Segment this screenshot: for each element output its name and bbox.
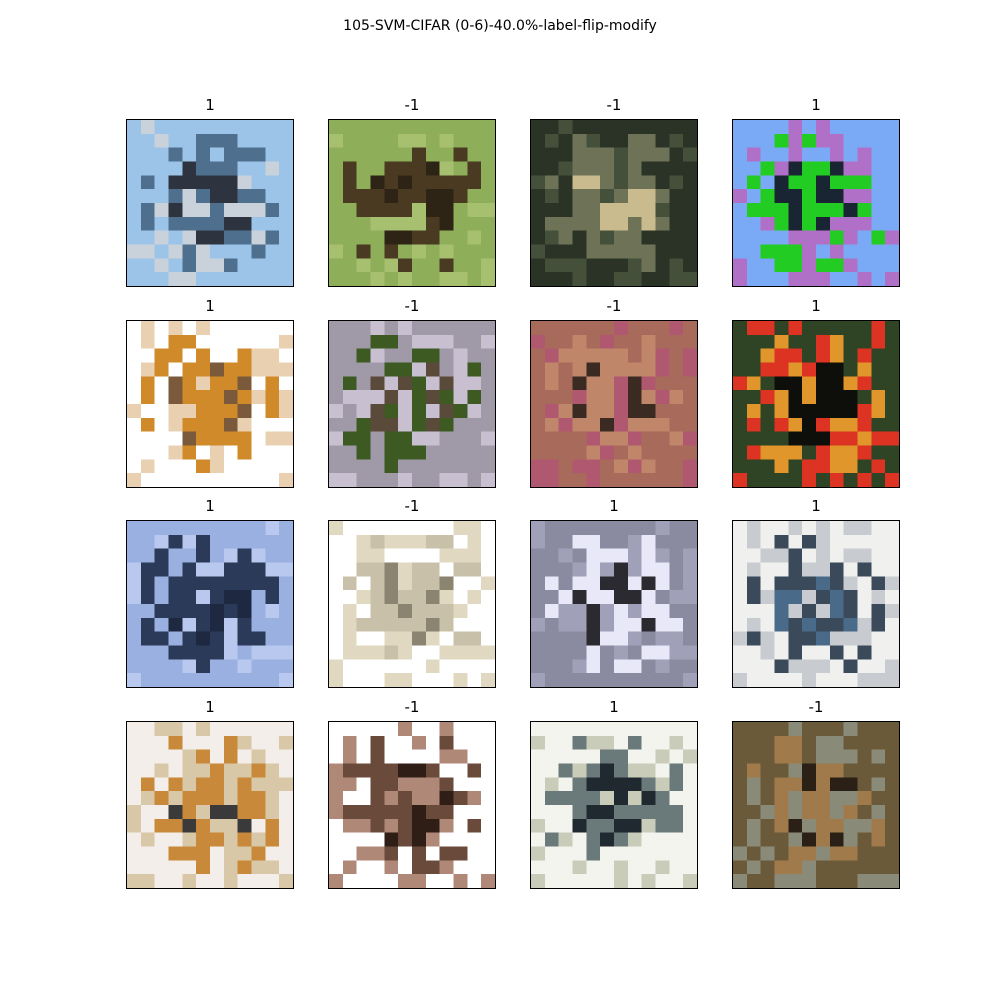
image-panel: -1 bbox=[530, 97, 698, 287]
figure-title: 105-SVM-CIFAR (0-6)-40.0%-label-flip-mod… bbox=[343, 18, 657, 34]
frog-flat-beige-image bbox=[328, 520, 496, 688]
panel-label: 1 bbox=[811, 497, 821, 515]
panel-label: 1 bbox=[205, 96, 215, 114]
image-panel: 1 bbox=[126, 298, 294, 488]
panel-label: -1 bbox=[606, 297, 622, 315]
panel-label: 1 bbox=[205, 698, 215, 716]
frog-dark-brown-image bbox=[328, 721, 496, 889]
panel-label: 1 bbox=[205, 297, 215, 315]
panel-label: -1 bbox=[808, 698, 824, 716]
image-panel: -1 bbox=[530, 298, 698, 488]
colorful-bird-image bbox=[732, 320, 900, 488]
panel-label: 1 bbox=[811, 297, 821, 315]
frog-brown-pink-image bbox=[530, 320, 698, 488]
airplane-on-tarmac-image bbox=[126, 119, 294, 287]
panel-label: -1 bbox=[404, 698, 420, 716]
image-panel: -1 bbox=[328, 298, 496, 488]
image-panel: 1 bbox=[530, 699, 698, 889]
panel-label: -1 bbox=[606, 96, 622, 114]
image-panel: 1 bbox=[530, 498, 698, 688]
image-panel: -1 bbox=[328, 97, 496, 287]
image-panel: -1 bbox=[328, 699, 496, 889]
image-panel: 1 bbox=[732, 97, 900, 287]
panel-label: 1 bbox=[205, 497, 215, 515]
frog-camouflaged-image bbox=[530, 119, 698, 287]
image-panel: -1 bbox=[732, 699, 900, 889]
image-panel: 1 bbox=[126, 97, 294, 287]
image-panel: 1 bbox=[126, 498, 294, 688]
image-panel: 1 bbox=[126, 699, 294, 889]
airplane-ground-image bbox=[732, 520, 900, 688]
panel-label: -1 bbox=[404, 297, 420, 315]
airplane-white-sky-image bbox=[126, 320, 294, 488]
image-panel: 1 bbox=[732, 298, 900, 488]
panel-label: 1 bbox=[609, 698, 619, 716]
airplane-desert-image bbox=[126, 721, 294, 889]
image-panel: 1 bbox=[732, 498, 900, 688]
frog-on-grass-image bbox=[328, 119, 496, 287]
jet-airplane-image bbox=[126, 520, 294, 688]
panel-label: 1 bbox=[811, 96, 821, 114]
panel-label: -1 bbox=[404, 96, 420, 114]
airplane-front-image bbox=[530, 721, 698, 889]
green-bird-sky-image bbox=[732, 119, 900, 287]
frog-brown-texture-image bbox=[732, 721, 900, 889]
panel-label: -1 bbox=[404, 497, 420, 515]
panel-label: 1 bbox=[609, 497, 619, 515]
airplane-grey-image bbox=[530, 520, 698, 688]
frog-mottled-image bbox=[328, 320, 496, 488]
image-panel: -1 bbox=[328, 498, 496, 688]
